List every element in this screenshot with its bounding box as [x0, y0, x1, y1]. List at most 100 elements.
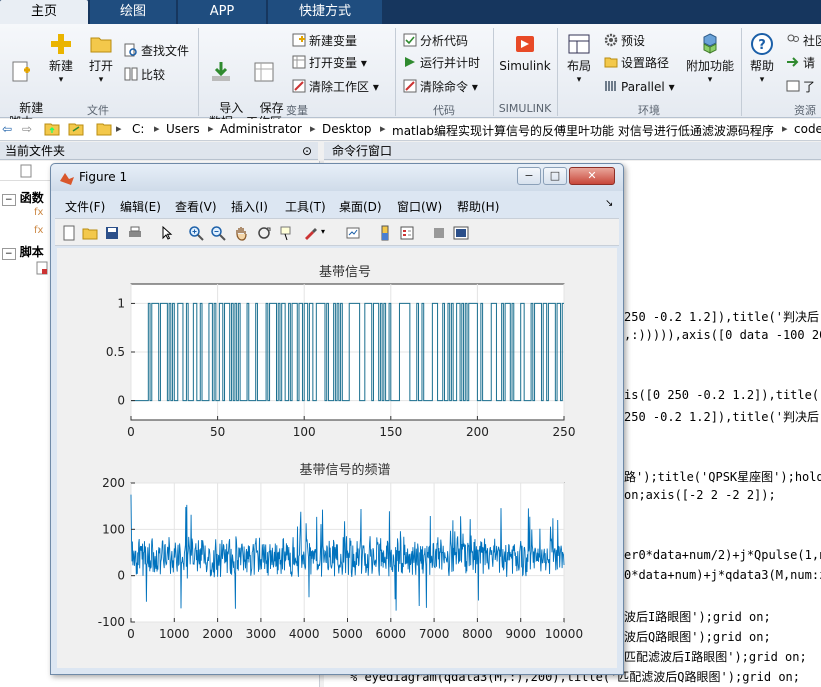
- show-plot-tools-icon[interactable]: [453, 225, 469, 241]
- new-button[interactable]: 新建 ▾: [44, 32, 78, 87]
- link-plot-icon[interactable]: [345, 225, 361, 241]
- learn-button[interactable]: 了: [786, 78, 815, 96]
- clear-workspace-icon: [292, 79, 306, 93]
- x-tick-label: 9000: [505, 627, 536, 641]
- browse-folder-icon[interactable]: [68, 122, 84, 139]
- help-button[interactable]: ? 帮助 ▾: [746, 32, 778, 87]
- x-tick-label: 1000: [159, 627, 190, 641]
- chevron-down-icon: ▾: [372, 80, 379, 94]
- rotate-icon[interactable]: [256, 225, 272, 241]
- menu-help[interactable]: 帮助(H): [457, 198, 499, 215]
- run-and-time-button[interactable]: 运行并计时: [403, 54, 480, 72]
- clear-workspace-button[interactable]: 清除工作区 ▾: [292, 78, 379, 96]
- dock-arrow-icon[interactable]: ↘: [605, 198, 613, 209]
- community-button[interactable]: 社区: [786, 32, 821, 50]
- figure-titlebar[interactable]: Figure 1 − □ ✕: [51, 164, 623, 191]
- command-line: 250 -0.2 1.2]),title('判决后: [624, 310, 819, 324]
- path-segment[interactable]: code: [794, 122, 821, 136]
- baseband-spectrum-chart[interactable]: 基带信号的频谱 0 1000 2000 3000 4000 5000 6000 7000 800…: [98, 462, 583, 641]
- variable-group-label: 变量: [286, 104, 308, 117]
- layout-button[interactable]: 布局 ▾: [562, 32, 596, 87]
- command-window-header: 命令行窗口: [324, 142, 821, 160]
- addons-button[interactable]: 附加功能 ▾: [684, 32, 736, 87]
- chevron-down-icon: ▾: [668, 80, 675, 94]
- brush-icon[interactable]: [302, 225, 318, 241]
- save-icon[interactable]: [104, 225, 120, 241]
- chevron-down-icon: ▾: [98, 75, 104, 85]
- figure-window[interactable]: Figure 1 − □ ✕ 文件(F) 编辑(E) 查看(V) 插入(I) 工…: [50, 163, 624, 675]
- command-line: 波后I路眼图');grid on;: [624, 610, 771, 624]
- script-file-icon[interactable]: [36, 261, 48, 275]
- minimize-button[interactable]: −: [517, 167, 541, 185]
- tab-shortcuts[interactable]: 快捷方式: [268, 0, 382, 24]
- menu-file[interactable]: 文件(F): [65, 198, 105, 215]
- tab-apps[interactable]: APP: [178, 0, 266, 24]
- simulink-button[interactable]: Simulink: [499, 32, 551, 73]
- find-files-button[interactable]: 查找文件: [124, 42, 189, 60]
- path-segment[interactable]: Administrator: [220, 122, 302, 136]
- tree-node-functions[interactable]: − 函数: [2, 189, 44, 206]
- request-support-label: 请: [803, 56, 816, 70]
- menu-view[interactable]: 查看(V): [175, 198, 217, 215]
- new-figure-icon[interactable]: [61, 225, 77, 241]
- path-segment[interactable]: Users: [166, 122, 200, 136]
- menu-desktop[interactable]: 桌面(D): [339, 198, 382, 215]
- tree-node-scripts[interactable]: − 脚本: [2, 243, 44, 260]
- new-variable-button[interactable]: 新建变量: [292, 32, 357, 50]
- menu-tools[interactable]: 工具(T): [285, 198, 326, 215]
- tab-home[interactable]: 主页: [0, 0, 88, 24]
- pointer-icon[interactable]: [159, 225, 175, 241]
- matlab-file-icon[interactable]: fx: [34, 225, 43, 236]
- folder-icon: [90, 37, 112, 53]
- y-tick-label: 0: [117, 394, 125, 408]
- zoom-in-icon[interactable]: [188, 225, 204, 241]
- community-icon: [787, 34, 799, 42]
- path-segment[interactable]: C:: [132, 122, 144, 136]
- community-label: 社区: [803, 34, 821, 48]
- close-button[interactable]: ✕: [569, 167, 615, 185]
- up-folder-icon[interactable]: [44, 122, 60, 139]
- open-file-icon[interactable]: [82, 225, 98, 241]
- command-line: is([0 250 -0.2 1.2]),title(': [624, 388, 821, 402]
- folder-icon: [96, 122, 112, 139]
- menu-edit[interactable]: 编辑(E): [120, 198, 161, 215]
- panel-menu-icon[interactable]: ⊙: [302, 142, 312, 160]
- collapse-icon[interactable]: −: [2, 248, 16, 260]
- analyze-code-button[interactable]: 分析代码: [403, 32, 468, 50]
- path-segment[interactable]: matlab编程实现计算信号的反傅里叶功能 对信号进行低通滤波源码程序: [392, 122, 774, 139]
- chevron-down-icon[interactable]: ▾: [321, 227, 325, 236]
- print-icon[interactable]: [127, 225, 143, 241]
- matlab-file-icon[interactable]: fx: [34, 207, 43, 218]
- tab-plots[interactable]: 绘图: [90, 0, 176, 24]
- legend-icon[interactable]: [399, 225, 415, 241]
- set-path-button[interactable]: 设置路径: [604, 54, 669, 72]
- back-arrow-icon[interactable]: ⇦: [2, 122, 12, 136]
- forward-arrow-icon[interactable]: ⇨: [22, 122, 32, 136]
- help-label: 帮助: [749, 59, 774, 73]
- menu-window[interactable]: 窗口(W): [397, 198, 442, 215]
- data-cursor-icon[interactable]: [279, 225, 295, 241]
- preferences-button[interactable]: 预设: [604, 32, 645, 50]
- hide-plot-tools-icon[interactable]: [431, 225, 447, 241]
- tree-node-label: 函数: [19, 191, 44, 205]
- menu-insert[interactable]: 插入(I): [231, 198, 268, 215]
- zoom-out-icon[interactable]: [210, 225, 226, 241]
- parallel-button[interactable]: Parallel ▾: [604, 78, 675, 96]
- compare-button[interactable]: 比较: [124, 66, 165, 84]
- open-button[interactable]: 打开 ▾: [84, 32, 118, 87]
- x-tick-label: 3000: [246, 627, 277, 641]
- colorbar-icon[interactable]: [377, 225, 393, 241]
- baseband-signal-chart[interactable]: 基带信号 0 50 100 150 200 250 0 0.5 1: [106, 265, 576, 439]
- path-segment[interactable]: Desktop: [322, 122, 372, 136]
- simulink-label: Simulink: [499, 59, 551, 73]
- analyze-code-label: 分析代码: [420, 34, 469, 48]
- plot-canvas[interactable]: 基带信号 0 50 100 150 200 250 0 0.5 1 基带信号的频谱 0 1000 2…: [57, 248, 617, 668]
- address-bar[interactable]: ⇦ ⇨ ▸ C: ▸ Users ▸ Administrator ▸ Deskt…: [0, 119, 821, 141]
- clear-commands-button[interactable]: 清除命令 ▾: [403, 78, 478, 96]
- open-variable-button[interactable]: 打开变量 ▾: [292, 54, 367, 72]
- maximize-button[interactable]: □: [543, 167, 567, 185]
- x-tick-label: 50: [210, 425, 225, 439]
- request-support-button[interactable]: 请: [786, 54, 815, 72]
- collapse-icon[interactable]: −: [2, 194, 16, 206]
- pan-icon[interactable]: [233, 225, 249, 241]
